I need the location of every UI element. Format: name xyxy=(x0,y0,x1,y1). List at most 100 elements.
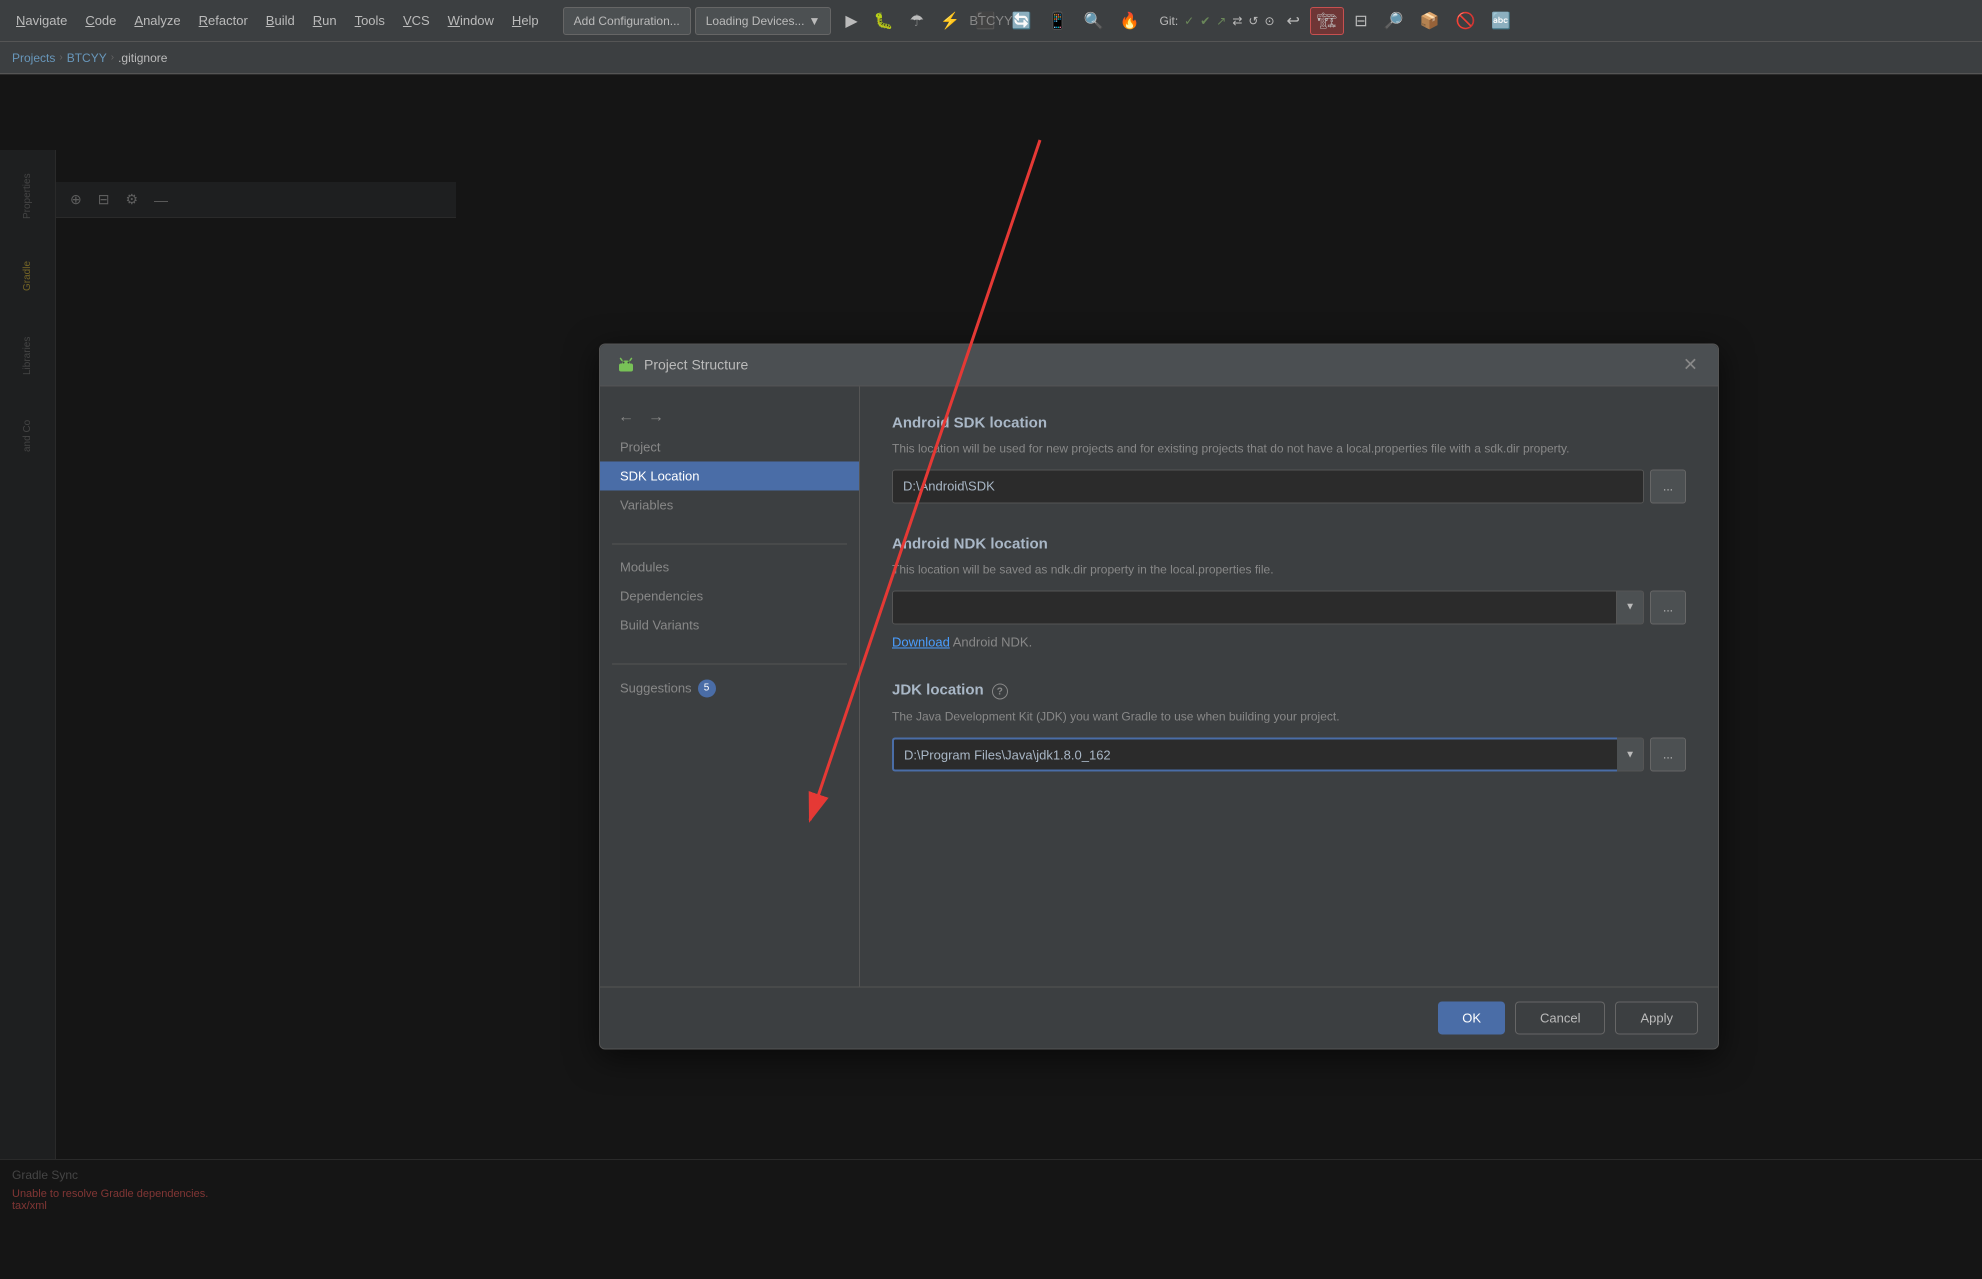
sdk-section-desc: This location will be used for new proje… xyxy=(892,439,1686,457)
firebase-button[interactable]: 🔥 xyxy=(1114,7,1146,35)
cancel-button[interactable]: Cancel xyxy=(1515,1001,1605,1034)
suggestions-label: Suggestions xyxy=(620,680,692,695)
sdk-browse-button[interactable]: ... xyxy=(1650,469,1686,503)
device-mirror-button[interactable]: 📱 xyxy=(1042,7,1074,35)
nav-item-modules[interactable]: Modules xyxy=(600,552,859,581)
nav-item-project[interactable]: Project xyxy=(600,432,859,461)
dropdown-chevron-icon: ▼ xyxy=(808,14,820,28)
menu-item-analyze[interactable]: Analyze xyxy=(126,9,188,32)
git-history-icon[interactable]: ⊙ xyxy=(1264,14,1274,28)
ndk-download-link[interactable]: Download xyxy=(892,634,950,649)
jdk-location-section: JDK location ? The Java Development Kit … xyxy=(892,681,1686,772)
dialog-content: Android SDK location This location will … xyxy=(860,386,1718,986)
loading-devices-dropdown[interactable]: Loading Devices... ▼ xyxy=(695,7,832,35)
ndk-dropdown-button[interactable]: ▼ xyxy=(1617,590,1644,624)
find-button[interactable]: 🔎 xyxy=(1378,7,1410,35)
ok-button[interactable]: OK xyxy=(1438,1001,1505,1034)
debug-button[interactable]: 🐛 xyxy=(868,7,900,35)
menu-item-tools[interactable]: Tools xyxy=(347,9,393,32)
toolbar-right-section: ↩ 🏗 ⊟ 🔎 📦 🚫 🔤 xyxy=(1281,7,1518,35)
jdk-title-text: JDK location xyxy=(892,681,984,698)
dialog-nav-main: Project SDK Location Variables xyxy=(600,432,859,519)
git-refresh-icon[interactable]: ↺ xyxy=(1248,14,1258,28)
sdk-location-section: Android SDK location This location will … xyxy=(892,414,1686,503)
sdk-section-title: Android SDK location xyxy=(892,414,1686,431)
menu-item-refactor[interactable]: Refactor xyxy=(191,9,256,32)
inspect-button[interactable]: 🔍 xyxy=(1078,7,1110,35)
toolbar-section-left: Add Configuration... Loading Devices... … xyxy=(563,7,832,35)
menu-item-window[interactable]: Window xyxy=(440,9,502,32)
jdk-section-desc: The Java Development Kit (JDK) you want … xyxy=(892,707,1686,725)
jdk-location-input[interactable] xyxy=(892,737,1617,771)
sdk-location-input[interactable] xyxy=(892,469,1644,503)
breadcrumb-btcyy[interactable]: BTCYY xyxy=(67,51,107,65)
nav-item-variables[interactable]: Variables xyxy=(600,490,859,519)
menu-item-build[interactable]: Build xyxy=(258,9,303,32)
coverage-button[interactable]: ☂ xyxy=(904,7,930,35)
nav-separator-2 xyxy=(612,663,847,664)
ndk-location-section: Android NDK location This location will … xyxy=(892,535,1686,649)
ndk-section-title: Android NDK location xyxy=(892,535,1686,552)
nav-forward-button[interactable]: → xyxy=(644,406,668,428)
git-tick2-icon[interactable]: ✔ xyxy=(1200,14,1210,28)
jdk-browse-button[interactable]: ... xyxy=(1650,737,1686,771)
menu-item-vcs[interactable]: VCS xyxy=(395,9,438,32)
nav-item-build-variants[interactable]: Build Variants xyxy=(600,610,859,639)
menu-item-code[interactable]: Code xyxy=(77,9,124,32)
dialog-title-bar: Project Structure ✕ xyxy=(600,344,1718,386)
add-configuration-button[interactable]: Add Configuration... xyxy=(563,7,691,35)
ndk-download-suffix: Android NDK. xyxy=(953,634,1032,649)
menu-item-help[interactable]: Help xyxy=(504,9,547,32)
run-button[interactable]: ▶ xyxy=(839,7,863,35)
git-checkmark-icon[interactable]: ✓ xyxy=(1184,14,1194,28)
nav-separator xyxy=(612,543,847,544)
sdk-manager-button[interactable]: 📦 xyxy=(1414,7,1446,35)
jdk-dropdown-button[interactable]: ▼ xyxy=(1617,737,1644,771)
ndk-location-input[interactable] xyxy=(892,590,1617,624)
avd-manager-button[interactable]: 🚫 xyxy=(1450,7,1482,35)
git-label: Git: xyxy=(1159,14,1178,28)
jdk-input-container: ▼ xyxy=(892,737,1644,771)
nav-item-sdk-location[interactable]: SDK Location xyxy=(600,461,859,490)
git-section: Git: ✓ ✔ ↗ ⇄ ↺ ⊙ xyxy=(1159,14,1274,28)
ndk-download-line: Download Android NDK. xyxy=(892,634,1686,649)
jdk-help-icon[interactable]: ? xyxy=(992,683,1008,699)
menu-bar: Navigate Code Analyze Refactor Build Run… xyxy=(0,0,1982,42)
menu-item-navigate[interactable]: Navigate xyxy=(8,9,75,32)
profile-button[interactable]: ⚡ xyxy=(934,7,966,35)
project-structure-dialog: Project Structure ✕ ← → Project SDK Loca… xyxy=(599,343,1719,1049)
dialog-footer: OK Cancel Apply xyxy=(600,986,1718,1048)
dialog-title-text: Project Structure xyxy=(644,356,748,372)
apply-button[interactable]: Apply xyxy=(1615,1001,1698,1034)
sdk-input-row: ... xyxy=(892,469,1686,503)
breadcrumb: Projects › BTCYY › .gitignore xyxy=(0,42,1982,74)
dialog-close-button[interactable]: ✕ xyxy=(1679,354,1702,375)
split-button[interactable]: ⊟ xyxy=(1348,7,1373,35)
jdk-desc-text: The Java Development Kit (JDK) you want … xyxy=(892,709,1340,723)
undo-button[interactable]: ↩ xyxy=(1281,7,1306,35)
nav-item-dependencies[interactable]: Dependencies xyxy=(600,581,859,610)
git-merge-icon[interactable]: ⇄ xyxy=(1232,14,1242,28)
dialog-nav: ← → Project SDK Location Variables Modul… xyxy=(600,386,860,986)
translate-button[interactable]: 🔤 xyxy=(1485,7,1517,35)
suggestions-badge: 5 xyxy=(698,679,716,697)
app-title: BTCYY xyxy=(969,13,1012,28)
breadcrumb-gitignore[interactable]: .gitignore xyxy=(118,51,167,65)
nav-back-button[interactable]: ← xyxy=(614,406,638,428)
ndk-browse-button[interactable]: ... xyxy=(1650,590,1686,624)
dialog-body: ← → Project SDK Location Variables Modul… xyxy=(600,386,1718,986)
git-arrow-up-icon[interactable]: ↗ xyxy=(1216,14,1226,28)
project-structure-button[interactable]: 🏗 xyxy=(1310,7,1344,35)
nav-arrows: ← → xyxy=(600,398,859,432)
breadcrumb-sep1: › xyxy=(59,52,62,63)
ndk-section-desc: This location will be saved as ndk.dir p… xyxy=(892,560,1686,578)
nav-item-suggestions[interactable]: Suggestions 5 xyxy=(600,672,859,704)
menu-item-run[interactable]: Run xyxy=(305,9,345,32)
breadcrumb-sep2: › xyxy=(111,52,114,63)
breadcrumb-projects[interactable]: Projects xyxy=(12,51,55,65)
ndk-input-row: ▼ ... xyxy=(892,590,1686,624)
dialog-nav-sub: Modules Dependencies Build Variants xyxy=(600,552,859,639)
menu-items: Navigate Code Analyze Refactor Build Run… xyxy=(8,9,547,32)
jdk-section-title: JDK location ? xyxy=(892,681,1686,700)
jdk-input-row: ▼ ... xyxy=(892,737,1686,771)
